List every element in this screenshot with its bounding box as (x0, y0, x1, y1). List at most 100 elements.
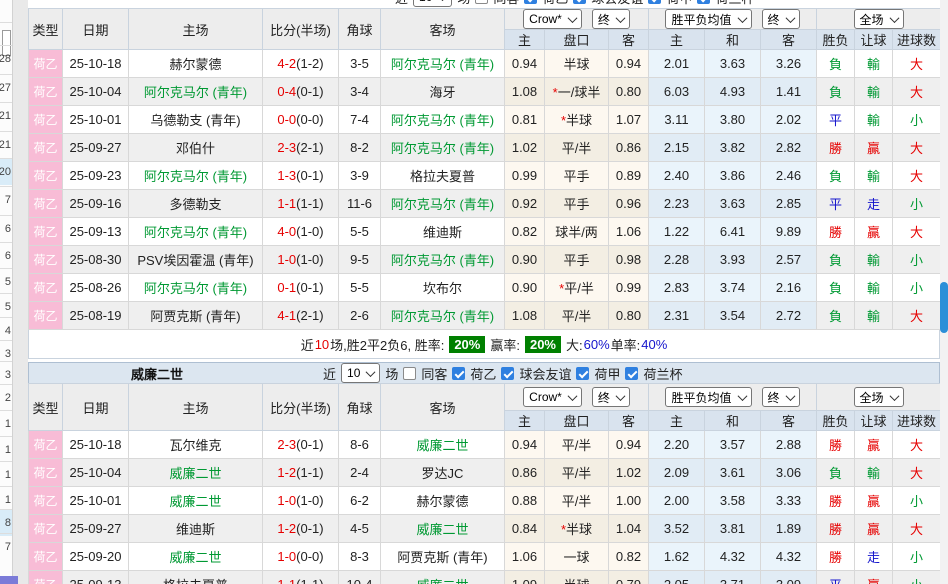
league-checkbox-0[interactable] (452, 367, 465, 380)
recent-count-select[interactable]: 10 (413, 0, 452, 7)
home-team-cell[interactable]: PSV埃因霍温 (青年) (129, 246, 263, 274)
col-date: 日期 (63, 9, 129, 50)
league-cell: 荷乙 (29, 246, 63, 274)
final-odds-select-2[interactable]: 终 (762, 9, 800, 29)
goals-cell: 大 (893, 134, 941, 162)
handicap-cell: *平/半 (545, 274, 609, 302)
summary-text: 大: (566, 335, 583, 354)
goals-cell: 小 (893, 274, 941, 302)
col-avg-draw: 和 (705, 30, 761, 50)
away-team-cell[interactable]: 坎布尔 (381, 274, 505, 302)
away-team-cell[interactable]: 海牙 (381, 78, 505, 106)
away-odds-cell: 1.00 (609, 487, 649, 515)
same-away-checkbox[interactable] (403, 367, 416, 380)
home-team-cell[interactable]: 乌德勒支 (青年) (129, 106, 263, 134)
same-away-label: 同客 (493, 0, 519, 7)
league-checkbox-3[interactable] (625, 367, 638, 380)
away-team-cell[interactable]: 罗达JC (381, 459, 505, 487)
handicap-cell: 平/半 (545, 487, 609, 515)
summary-text: 40% (641, 337, 667, 352)
recent-count-select[interactable]: 10 (341, 363, 380, 383)
final-odds-select[interactable]: 终 (592, 9, 630, 29)
scope-select[interactable]: 全场 (854, 9, 904, 29)
divider (0, 410, 12, 411)
home-team-cell[interactable]: 阿尔克马尔 (青年) (129, 162, 263, 190)
final-odds-select[interactable]: 终 (592, 387, 630, 407)
away-team-cell[interactable]: 阿尔克马尔 (青年) (381, 50, 505, 78)
avg-odds-select[interactable]: 胜平负均值 (665, 387, 751, 407)
league-cell: 荷乙 (29, 459, 63, 487)
goals-cell: 小 (893, 190, 941, 218)
away-team-cell[interactable]: 阿尔克马尔 (青年) (381, 246, 505, 274)
league-checkbox-2[interactable] (576, 367, 589, 380)
away-team-cell[interactable]: 维迪斯 (381, 218, 505, 246)
handicap-cell: 球半/两 (545, 218, 609, 246)
avg-draw-cell: 3.71 (705, 571, 761, 584)
scope-select[interactable]: 全场 (854, 387, 904, 407)
home-team-cell[interactable]: 阿贾克斯 (青年) (129, 302, 263, 330)
handicap-result-cell: 贏 (855, 431, 893, 459)
away-team-cell[interactable]: 威廉二世 (381, 571, 505, 584)
away-team-cell[interactable]: 阿尔克马尔 (青年) (381, 134, 505, 162)
league-checkbox-2[interactable] (648, 0, 661, 4)
away-team-cell[interactable]: 阿尔克马尔 (青年) (381, 106, 505, 134)
chevron-down-icon (438, 0, 448, 1)
league-checkbox-0[interactable] (524, 0, 537, 4)
match-row: 荷乙25-09-13格拉夫夏普1-1(1-1)10-4威廉二世1.09半球0.7… (29, 571, 941, 584)
bookmaker-select[interactable]: Crow* (523, 387, 582, 407)
home-team-cell[interactable]: 威廉二世 (129, 487, 263, 515)
league-checkbox-3[interactable] (697, 0, 710, 4)
scrollbar-thumb[interactable] (940, 282, 948, 333)
home-odds-cell: 0.92 (505, 190, 545, 218)
home-team-cell[interactable]: 赫尔蒙德 (129, 50, 263, 78)
away-team-cell[interactable]: 格拉夫夏普 (381, 162, 505, 190)
vertical-scrollbar[interactable] (940, 0, 948, 584)
home-team-cell[interactable]: 威廉二世 (129, 543, 263, 571)
home-team-cell[interactable]: 阿尔克马尔 (青年) (129, 78, 263, 106)
away-team-cell[interactable]: 威廉二世 (381, 515, 505, 543)
away-odds-cell: 0.98 (609, 246, 649, 274)
score-cell: 1-0(1-0) (263, 246, 339, 274)
away-team-cell[interactable]: 赫尔蒙德 (381, 487, 505, 515)
final-odds-select-2[interactable]: 终 (762, 387, 800, 407)
home-team-cell[interactable]: 维迪斯 (129, 515, 263, 543)
clipped-number: 3 (5, 369, 11, 381)
home-team-cell[interactable]: 阿尔克马尔 (青年) (129, 218, 263, 246)
home-team-cell[interactable]: 瓦尔维克 (129, 431, 263, 459)
home-team-cell[interactable]: 威廉二世 (129, 459, 263, 487)
league-checkbox-1[interactable] (501, 367, 514, 380)
home-team-cell[interactable]: 多德勒支 (129, 190, 263, 218)
corners-cell: 2-6 (339, 302, 381, 330)
avg-away-cell: 3.06 (761, 459, 817, 487)
home-team-cell[interactable]: 阿尔克马尔 (青年) (129, 274, 263, 302)
home-team-cell[interactable]: 格拉夫夏普 (129, 571, 263, 584)
divider (0, 293, 12, 294)
away-team-cell[interactable]: 阿尔克马尔 (青年) (381, 190, 505, 218)
avg-away-cell: 1.89 (761, 515, 817, 543)
handicap-cell: 平/半 (545, 431, 609, 459)
away-team-cell[interactable]: 威廉二世 (381, 431, 505, 459)
league-cell: 荷乙 (29, 78, 63, 106)
handicap-cell: 平手 (545, 190, 609, 218)
avg-odds-select[interactable]: 胜平负均值 (665, 9, 751, 29)
away-team-cell[interactable]: 阿尔克马尔 (青年) (381, 302, 505, 330)
avg-home-cell: 2.05 (649, 571, 705, 584)
avg-draw-cell: 3.80 (705, 106, 761, 134)
divider (0, 102, 12, 103)
league-label: 荷乙 (470, 364, 496, 383)
col-goals: 进球数 (893, 411, 941, 431)
avg-away-cell: 2.57 (761, 246, 817, 274)
home-odds-cell: 1.09 (505, 571, 545, 584)
match-row: 荷乙25-09-27维迪斯1-2(0-1)4-5威廉二世0.84*半球1.043… (29, 515, 941, 543)
away-team-cell[interactable]: 阿贾克斯 (青年) (381, 543, 505, 571)
result-cell: 勝 (817, 515, 855, 543)
corners-cell: 10-4 (339, 571, 381, 584)
bookmaker-select[interactable]: Crow* (523, 9, 582, 29)
same-away-checkbox[interactable] (475, 0, 488, 4)
result-cell: 負 (817, 162, 855, 190)
home-team-cell[interactable]: 邓伯什 (129, 134, 263, 162)
summary-text: 10 (315, 337, 329, 352)
league-checkbox-1[interactable] (573, 0, 586, 4)
divider (0, 131, 12, 132)
main-panel: 近10场同客荷乙球会友谊荷甲荷兰杯 类型 日期 主场 比分(半场) 角球 客场 (28, 0, 940, 584)
